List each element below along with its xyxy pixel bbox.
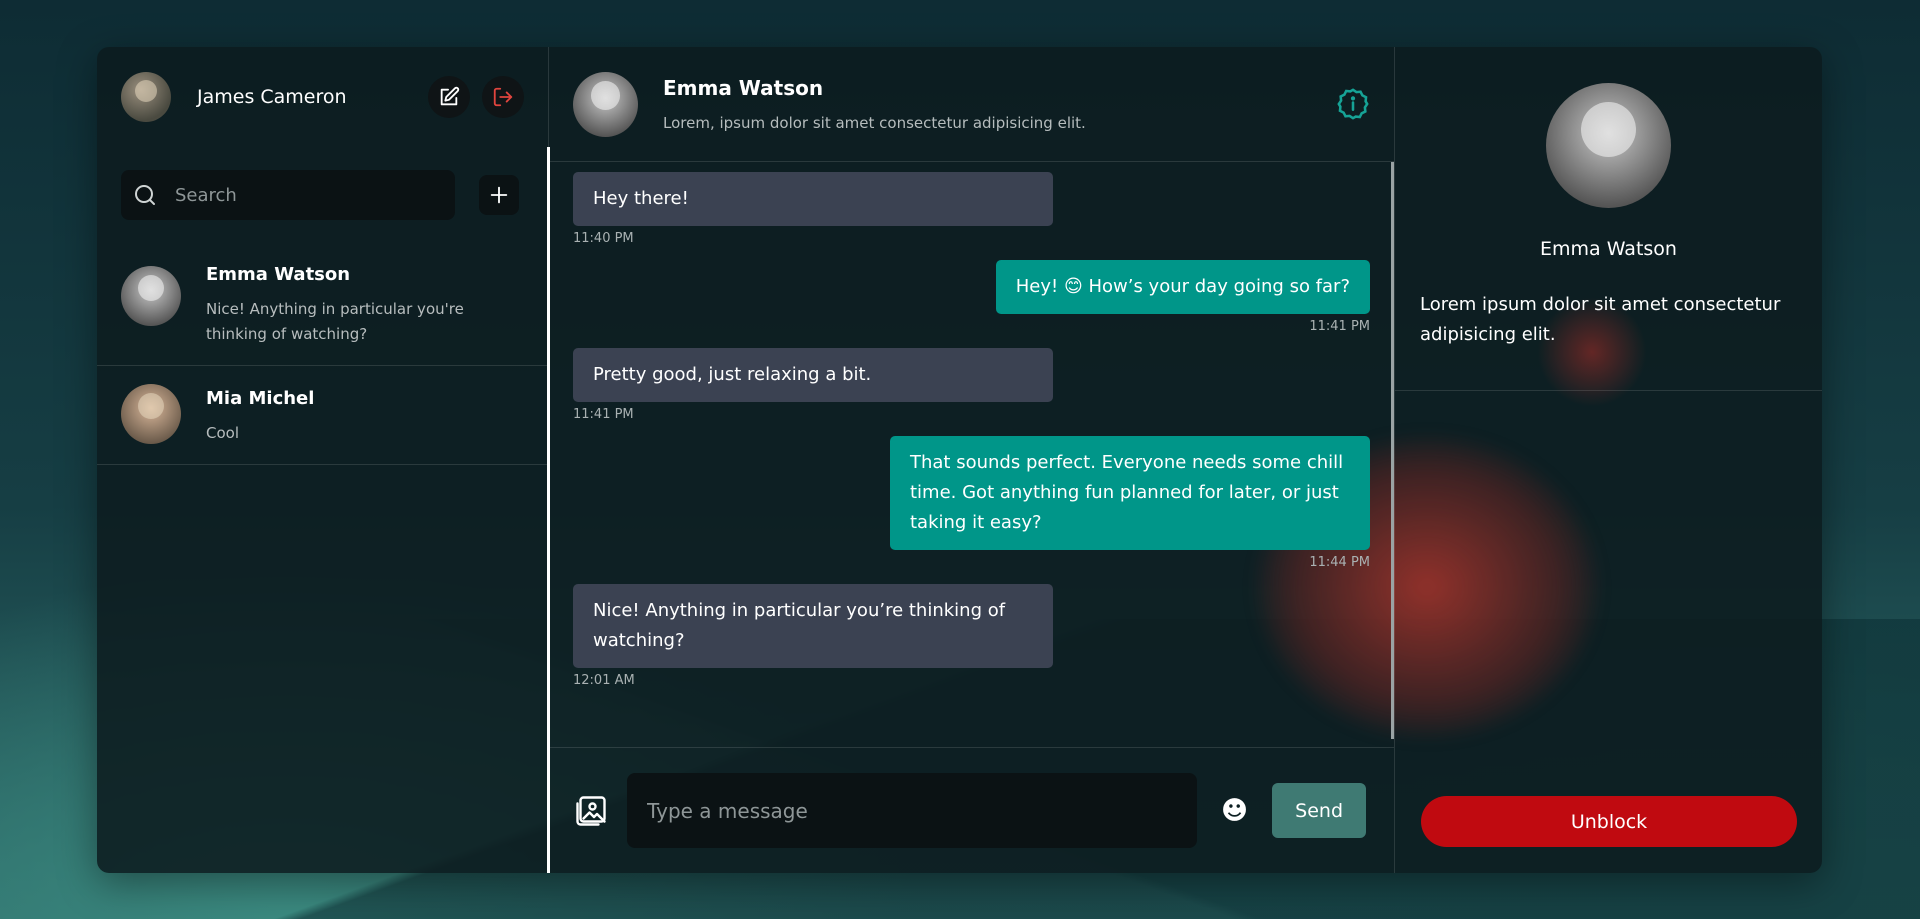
info-icon[interactable] bbox=[1336, 87, 1370, 121]
chat-contact-name: Emma Watson bbox=[663, 76, 824, 100]
search-input[interactable] bbox=[175, 184, 425, 206]
search-row bbox=[97, 170, 548, 220]
add-contact-button[interactable] bbox=[479, 175, 519, 215]
message-time: 11:41 PM bbox=[1309, 319, 1370, 334]
message: That sounds perfect. Everyone needs some… bbox=[573, 436, 1370, 570]
search-box bbox=[121, 170, 455, 220]
contact-item[interactable]: Emma Watson Nice! Anything in particular… bbox=[97, 242, 548, 366]
message: Pretty good, just relaxing a bit. 11:41 … bbox=[573, 348, 1370, 422]
contact-info: Mia Michel Cool bbox=[206, 384, 466, 446]
logout-button[interactable] bbox=[482, 76, 524, 118]
edit-button[interactable] bbox=[428, 76, 470, 118]
image-icon[interactable] bbox=[573, 793, 609, 829]
plus-icon bbox=[490, 186, 508, 204]
logout-icon bbox=[493, 87, 513, 107]
details-bio: Lorem ipsum dolor sit amet consectetur a… bbox=[1420, 294, 1781, 345]
message-bubble: Nice! Anything in particular you’re thin… bbox=[573, 584, 1053, 668]
contact-item[interactable]: Mia Michel Cool bbox=[97, 366, 548, 465]
message-bubble: Pretty good, just relaxing a bit. bbox=[573, 348, 1053, 402]
contact-name: Emma Watson bbox=[206, 264, 351, 285]
sidebar: James Cameron Emma Watson Nice! bbox=[97, 47, 550, 873]
message-list[interactable]: Hey there! 11:40 PM Hey! 😊 How’s your da… bbox=[549, 162, 1394, 747]
message-bubble: Hey there! bbox=[573, 172, 1053, 226]
contact-details: Emma Watson Lorem ipsum dolor sit amet c… bbox=[1395, 47, 1822, 391]
send-button[interactable]: Send bbox=[1272, 783, 1367, 838]
edit-icon bbox=[440, 86, 460, 106]
message-composer: ☻ Send bbox=[549, 747, 1394, 873]
message-time: 11:40 PM bbox=[573, 231, 634, 246]
message-input[interactable] bbox=[647, 798, 1167, 823]
contact-last-message: Cool bbox=[206, 424, 239, 442]
contact-list: Emma Watson Nice! Anything in particular… bbox=[97, 242, 548, 465]
chat-contact-description: Lorem, ipsum dolor sit amet consectetur … bbox=[663, 114, 1086, 132]
unblock-button[interactable]: Unblock bbox=[1421, 796, 1797, 847]
message-bubble: That sounds perfect. Everyone needs some… bbox=[890, 436, 1370, 550]
message: Nice! Anything in particular you’re thin… bbox=[573, 584, 1370, 688]
message-input-box bbox=[627, 773, 1197, 848]
current-user-avatar[interactable] bbox=[121, 72, 171, 122]
details-panel: Emma Watson Lorem ipsum dolor sit amet c… bbox=[1395, 47, 1822, 873]
contact-info: Emma Watson Nice! Anything in particular… bbox=[206, 260, 466, 347]
chat-contact-info: Emma Watson Lorem, ipsum dolor sit amet … bbox=[663, 76, 1336, 132]
contact-last-message: Nice! Anything in particular you're thin… bbox=[206, 300, 464, 343]
chat-contact-avatar[interactable] bbox=[573, 71, 638, 137]
details-name: Emma Watson bbox=[1540, 238, 1677, 260]
chat-header: Emma Watson Lorem, ipsum dolor sit amet … bbox=[549, 47, 1394, 162]
current-user-bar: James Cameron bbox=[97, 47, 548, 147]
message: Hey! 😊 How’s your day going so far? 11:4… bbox=[573, 260, 1370, 334]
search-icon bbox=[135, 185, 155, 205]
contact-avatar bbox=[121, 384, 181, 444]
contact-name: Mia Michel bbox=[206, 388, 315, 409]
message-bubble: Hey! 😊 How’s your day going so far? bbox=[995, 260, 1370, 314]
message-time: 11:41 PM bbox=[573, 407, 634, 422]
chat-app: James Cameron Emma Watson Nice! bbox=[97, 47, 1822, 873]
message-time: 12:01 AM bbox=[573, 673, 635, 688]
chat-panel: Emma Watson Lorem, ipsum dolor sit amet … bbox=[549, 47, 1395, 873]
current-user-name: James Cameron bbox=[197, 86, 347, 108]
message-time: 11:44 PM bbox=[1309, 555, 1370, 570]
contact-avatar bbox=[121, 266, 181, 326]
details-avatar bbox=[1546, 83, 1671, 208]
message: Hey there! 11:40 PM bbox=[573, 172, 1370, 246]
emoji-icon[interactable]: ☻ bbox=[1221, 796, 1248, 826]
